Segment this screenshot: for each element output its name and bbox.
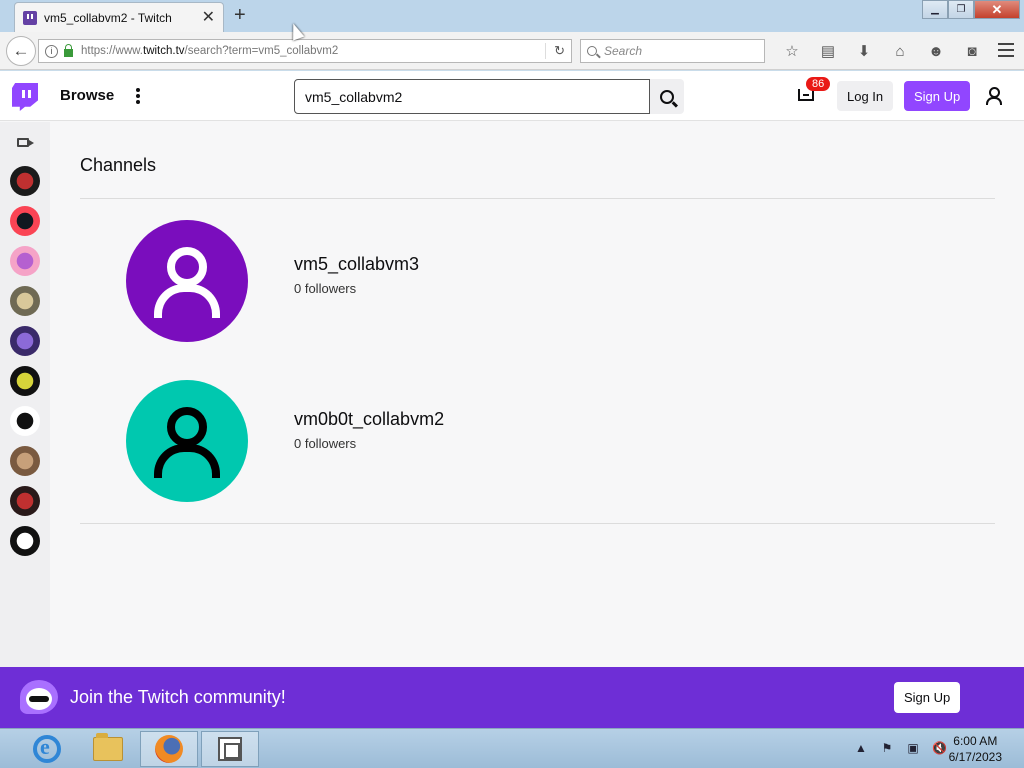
banner-text: Join the Twitch community!	[70, 687, 286, 707]
windows-taskbar: ▲ ⚑ ▣ 🔇 6:00 AM 6/17/2023	[0, 728, 1024, 768]
twitch-search-input[interactable]	[294, 79, 650, 114]
reload-icon[interactable]: ↻	[545, 43, 565, 59]
login-button[interactable]: Log In	[837, 81, 894, 111]
channel-name[interactable]: vm5_collabvm3	[294, 254, 419, 275]
pocket-icon[interactable]: ◙	[954, 41, 990, 61]
virtualbox-icon[interactable]	[201, 731, 259, 767]
sidebar-channel-1-avatar[interactable]	[10, 166, 40, 196]
system-tray: ▲ ⚑ ▣ 🔇	[854, 741, 947, 755]
sidebar-channel-5-avatar[interactable]	[10, 326, 40, 356]
channel-followers: 0 followers	[294, 436, 357, 451]
tab-title: vm5_collabvm2 - Twitch	[44, 10, 172, 25]
browser-titlebar: vm5_collabvm2 - Twitch ✕ + ▁ ❐ ✕	[0, 0, 1024, 32]
user-icon[interactable]	[985, 87, 1003, 105]
divider-top	[80, 198, 995, 199]
sidebar-channel-9-avatar[interactable]	[10, 486, 40, 516]
user-avatar-icon	[167, 247, 207, 287]
user-avatar-body	[154, 444, 220, 478]
video-camera-icon	[17, 138, 34, 147]
download-icon[interactable]: ⬇	[846, 41, 882, 61]
search-icon	[660, 89, 674, 104]
followed-channels-sidebar	[0, 122, 50, 728]
hamburger-menu-icon[interactable]	[998, 43, 1014, 61]
banner-signup-button[interactable]: Sign Up	[894, 682, 961, 713]
close-tab-icon[interactable]: ✕	[202, 9, 215, 26]
close-window-button[interactable]: ✕	[974, 0, 1020, 19]
url-text[interactable]: https://www.twitch.tv/search?term=vm5_co…	[81, 45, 545, 57]
sidebar-channel-3-avatar[interactable]	[10, 246, 40, 276]
sidebar-channel-8-avatar[interactable]	[10, 446, 40, 476]
channel-result[interactable]: vm0b0t_collabvm2 0 followers	[126, 380, 726, 502]
notification-badge: 86	[806, 77, 831, 91]
network-icon[interactable]: ▣	[906, 741, 920, 755]
join-community-banner: Join the Twitch community! Sign Up	[0, 667, 1024, 728]
internet-explorer-icon[interactable]	[18, 731, 76, 767]
smiley-icon[interactable]: ☻	[918, 41, 954, 61]
sidebar-channel-6-avatar[interactable]	[10, 366, 40, 396]
info-icon[interactable]: i	[45, 44, 58, 58]
channel-name[interactable]: vm0b0t_collabvm2	[294, 409, 444, 430]
browser-search-field[interactable]: Search	[580, 39, 765, 63]
channel-avatar[interactable]	[126, 220, 248, 342]
channel-result[interactable]: vm5_collabvm3 0 followers	[126, 220, 726, 342]
signup-button[interactable]: Sign Up	[904, 81, 971, 111]
browser-search-placeholder: Search	[604, 44, 643, 58]
file-explorer-icon[interactable]	[79, 731, 137, 767]
url-prefix: https://www.	[81, 45, 143, 57]
user-avatar-body	[154, 284, 220, 318]
clock-date: 6/17/2023	[948, 750, 1002, 764]
clock-time: 6:00 AM	[953, 734, 998, 748]
channel-followers: 0 followers	[294, 281, 357, 296]
browse-link[interactable]: Browse	[60, 87, 114, 104]
url-domain: twitch.tv	[143, 45, 185, 57]
firefox-icon[interactable]	[140, 731, 198, 767]
twitch-search-button[interactable]	[650, 79, 684, 114]
flag-icon[interactable]: ⚑	[880, 741, 894, 755]
twitch-top-nav: Browse 86 Log In Sign Up	[0, 71, 1024, 121]
sidebar-channel-4-avatar[interactable]	[10, 286, 40, 316]
channel-avatar[interactable]	[126, 380, 248, 502]
twitch-page: Browse 86 Log In Sign Up Channels vm5_co…	[0, 71, 1024, 728]
lock-icon	[64, 44, 73, 57]
browser-navbar: ← i https://www.twitch.tv/search?term=vm…	[0, 32, 1024, 70]
twitch-glitch-mascot-icon	[20, 680, 58, 718]
volume-muted-icon[interactable]: 🔇	[932, 741, 947, 755]
back-button[interactable]: ←	[6, 36, 36, 66]
address-bar[interactable]: i https://www.twitch.tv/search?term=vm5_…	[38, 39, 572, 63]
browser-toolbar: ☆ ▤ ⬇ ⌂ ☻ ◙	[774, 41, 990, 61]
reading-list-icon[interactable]: ▤	[810, 41, 846, 61]
twitch-favicon-icon	[23, 10, 37, 25]
divider-bottom	[80, 523, 995, 524]
browser-tab[interactable]: vm5_collabvm2 - Twitch ✕	[14, 2, 224, 32]
sidebar-channel-10-avatar[interactable]	[10, 526, 40, 556]
twitch-logo-icon[interactable]	[12, 83, 38, 111]
user-avatar-icon	[167, 407, 207, 447]
minimize-button[interactable]: ▁	[922, 0, 948, 19]
twitch-search	[294, 79, 684, 114]
window-controls: ▁ ❐ ✕	[922, 0, 1020, 19]
url-path: /search?term=vm5_collabvm2	[184, 45, 339, 57]
new-tab-icon[interactable]: +	[234, 5, 246, 25]
taskbar-clock[interactable]: 6:00 AM 6/17/2023	[949, 733, 1002, 765]
sidebar-channel-7-avatar[interactable]	[10, 406, 40, 436]
search-icon	[587, 46, 597, 56]
sidebar-channel-2-avatar[interactable]	[10, 206, 40, 236]
show-hidden-icons-icon[interactable]: ▲	[854, 741, 868, 755]
restore-button[interactable]: ❐	[948, 0, 974, 19]
home-icon[interactable]: ⌂	[882, 41, 918, 61]
more-options-icon[interactable]	[136, 88, 140, 106]
section-title-channels: Channels	[80, 155, 157, 175]
star-icon[interactable]: ☆	[774, 41, 810, 61]
